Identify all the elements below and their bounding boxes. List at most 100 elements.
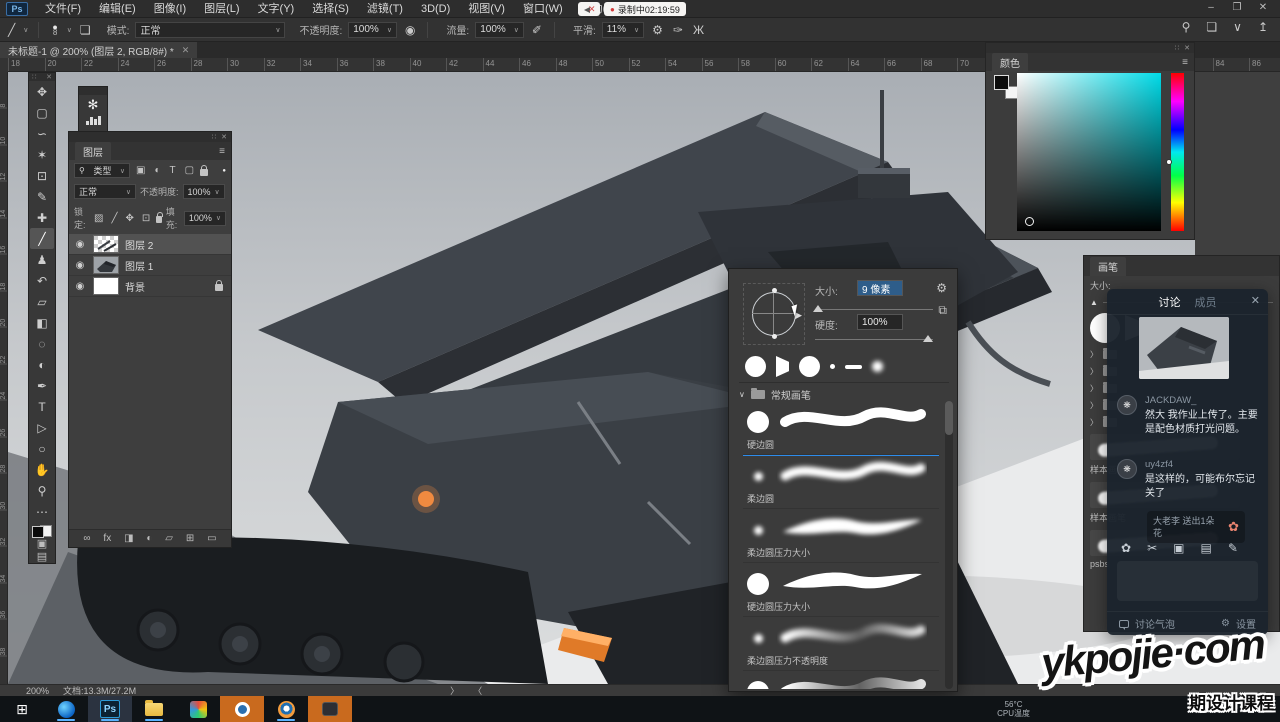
marquee-tool[interactable]: ▢ (30, 102, 54, 123)
visibility-eye-icon[interactable]: ◉ (73, 260, 87, 271)
search-icon[interactable]: ⚲ (1180, 20, 1193, 34)
saturation-brightness-field[interactable] (1017, 73, 1161, 231)
taskbar-clock-app[interactable] (220, 696, 264, 722)
color-swatches[interactable] (994, 75, 1018, 99)
dodge-tool[interactable]: ◐ (30, 354, 54, 375)
menu-item[interactable]: 视图(V) (459, 0, 514, 18)
preset-caret-icon[interactable]: ∨ (67, 26, 72, 34)
adjustment-layer-icon[interactable]: ◐ (146, 533, 152, 544)
brush-tool-icon[interactable]: ╱ (6, 23, 17, 37)
close-button[interactable]: ✕ (1250, 0, 1276, 17)
layer-mask-icon[interactable]: ◨ (124, 533, 133, 544)
workspace-caret-icon[interactable]: ∨ (1231, 20, 1244, 34)
settings-button[interactable]: 设置 (1236, 616, 1256, 631)
card-icon[interactable]: ▤ (1200, 541, 1211, 555)
delete-layer-icon[interactable]: ▭ (207, 533, 216, 544)
smoothing-select[interactable]: 11%∨ (602, 22, 644, 38)
collapse-icon[interactable]: ∷ (1175, 44, 1179, 52)
move-tool[interactable]: ✥ (30, 81, 54, 102)
workspace-icon[interactable]: ❏ (1204, 20, 1219, 34)
type-tool[interactable]: T (30, 396, 54, 417)
zoom-tool[interactable]: ⚲ (30, 480, 54, 501)
share-icon[interactable]: ↥ (1256, 20, 1270, 34)
edit-toolbar-button[interactable]: ⋯ (30, 501, 54, 522)
scissors-icon[interactable]: ✂ (1147, 541, 1157, 555)
pressure-size-icon[interactable]: ✑ (671, 23, 685, 37)
layer-row-1[interactable]: ◉ 图层 1 (69, 255, 231, 276)
filter-shape-icon[interactable]: ▢ (183, 165, 196, 176)
path-select-tool[interactable]: ▷ (30, 417, 54, 438)
tab-layers[interactable]: 图层 (75, 142, 111, 161)
eyedropper-tool[interactable]: ✎ (30, 186, 54, 207)
document-tab[interactable]: 未标题-1 @ 200% (图层 2, RGB/8#) * ✕ (0, 42, 197, 58)
new-brush-icon[interactable]: ⧉ (938, 303, 947, 318)
collapse-icon[interactable]: ∷ (212, 133, 216, 141)
menu-item[interactable]: 选择(S) (303, 0, 358, 18)
layer-name[interactable]: 图层 2 (125, 237, 227, 252)
toolbox-header[interactable]: ∷ ✕ (29, 73, 55, 81)
screen-mode-button[interactable]: ▤ (30, 550, 54, 563)
history-brush-tool[interactable]: ↶ (30, 270, 54, 291)
foreground-color-swatch[interactable] (994, 75, 1009, 90)
layer-row-2[interactable]: ◉ 图层 2 (69, 234, 231, 255)
recent-brush-hard-round[interactable] (799, 356, 820, 377)
gear-icon[interactable]: ⚙ (936, 281, 947, 295)
foreground-background-swatches[interactable] (32, 526, 52, 537)
brush-settings-icon[interactable]: ✻ (88, 95, 99, 115)
layer-name[interactable]: 图层 1 (125, 258, 227, 273)
gradient-tool[interactable]: ◧ (30, 312, 54, 333)
panel-menu-icon[interactable]: ≡ (1182, 57, 1188, 68)
blend-mode-select[interactable]: 正常∨ (74, 184, 136, 199)
menu-item[interactable]: 图像(I) (145, 0, 195, 18)
tab-members[interactable]: 成员 (1195, 294, 1217, 310)
taskbar-orange-app[interactable] (308, 696, 352, 722)
pen-tool[interactable]: ✒ (30, 375, 54, 396)
recent-brush-soft[interactable] (872, 361, 883, 372)
brush-item[interactable]: 柔边圆压力大小 (743, 509, 939, 563)
tool-caret-icon[interactable]: ∨ (23, 26, 28, 34)
eraser-tool[interactable]: ▱ (30, 291, 54, 312)
lock-transparent-icon[interactable]: ▨ (92, 213, 105, 224)
layer-group-icon[interactable]: ▱ (165, 533, 173, 544)
brush-item[interactable]: 柔边圆压力不透明度 (743, 617, 939, 671)
layer-fill-select[interactable]: 100%∨ (184, 211, 226, 226)
toggle-brush-panel-icon[interactable]: ❏ (78, 23, 93, 37)
size-slider[interactable] (815, 309, 933, 310)
visibility-eye-icon[interactable]: ◉ (73, 281, 87, 292)
layer-filter-select[interactable]: ⚲ 类型∨ (74, 163, 130, 178)
recent-brush-hard-round[interactable] (745, 356, 766, 377)
taskbar-edge[interactable] (44, 696, 88, 722)
link-layers-icon[interactable]: ∞ (83, 533, 90, 544)
tab-color[interactable]: 颜色 (992, 53, 1028, 72)
layer-opacity-select[interactable]: 100%∨ (183, 184, 225, 199)
brush-size-input[interactable]: 9 像素 (857, 280, 903, 296)
close-icon[interactable]: ✕ (1184, 44, 1190, 52)
username[interactable]: JACKDAW_ (1145, 395, 1259, 406)
layer-thumbnail[interactable] (93, 256, 119, 274)
magic-wand-tool[interactable]: ✶ (30, 144, 54, 165)
taskbar-explorer[interactable] (132, 696, 176, 722)
menu-item[interactable]: 3D(D) (412, 0, 459, 18)
foreground-color-swatch[interactable] (32, 526, 44, 538)
filter-adjustment-icon[interactable]: ◐ (152, 165, 162, 176)
avatar[interactable]: ❋ (1117, 459, 1137, 479)
panel-drag-bar[interactable] (79, 87, 107, 95)
tab-close-icon[interactable]: ✕ (182, 45, 190, 56)
image-icon[interactable]: ▣ (1173, 541, 1184, 555)
brush-tool[interactable]: ╱ (30, 228, 54, 249)
recent-brush-flat[interactable] (776, 356, 789, 377)
taskbar-color-app[interactable] (176, 696, 220, 722)
lock-artboard-icon[interactable]: ⊡ (140, 213, 152, 224)
lasso-tool[interactable]: ∽ (30, 123, 54, 144)
size-slider-handle[interactable] (813, 305, 823, 312)
flow-select[interactable]: 100%∨ (475, 22, 524, 38)
menu-item[interactable]: 滤镜(T) (358, 0, 412, 18)
scrollbar[interactable] (945, 401, 953, 689)
layer-thumbnail[interactable] (93, 235, 119, 253)
lock-paint-icon[interactable]: ╱ (110, 213, 120, 224)
healing-brush-tool[interactable]: ✚ (30, 207, 54, 228)
close-icon[interactable]: ✕ (46, 73, 52, 81)
filter-pixel-icon[interactable]: ▣ (134, 165, 147, 176)
blur-tool[interactable]: ◌ (30, 333, 54, 354)
zoom-level[interactable]: 200% (26, 686, 49, 696)
